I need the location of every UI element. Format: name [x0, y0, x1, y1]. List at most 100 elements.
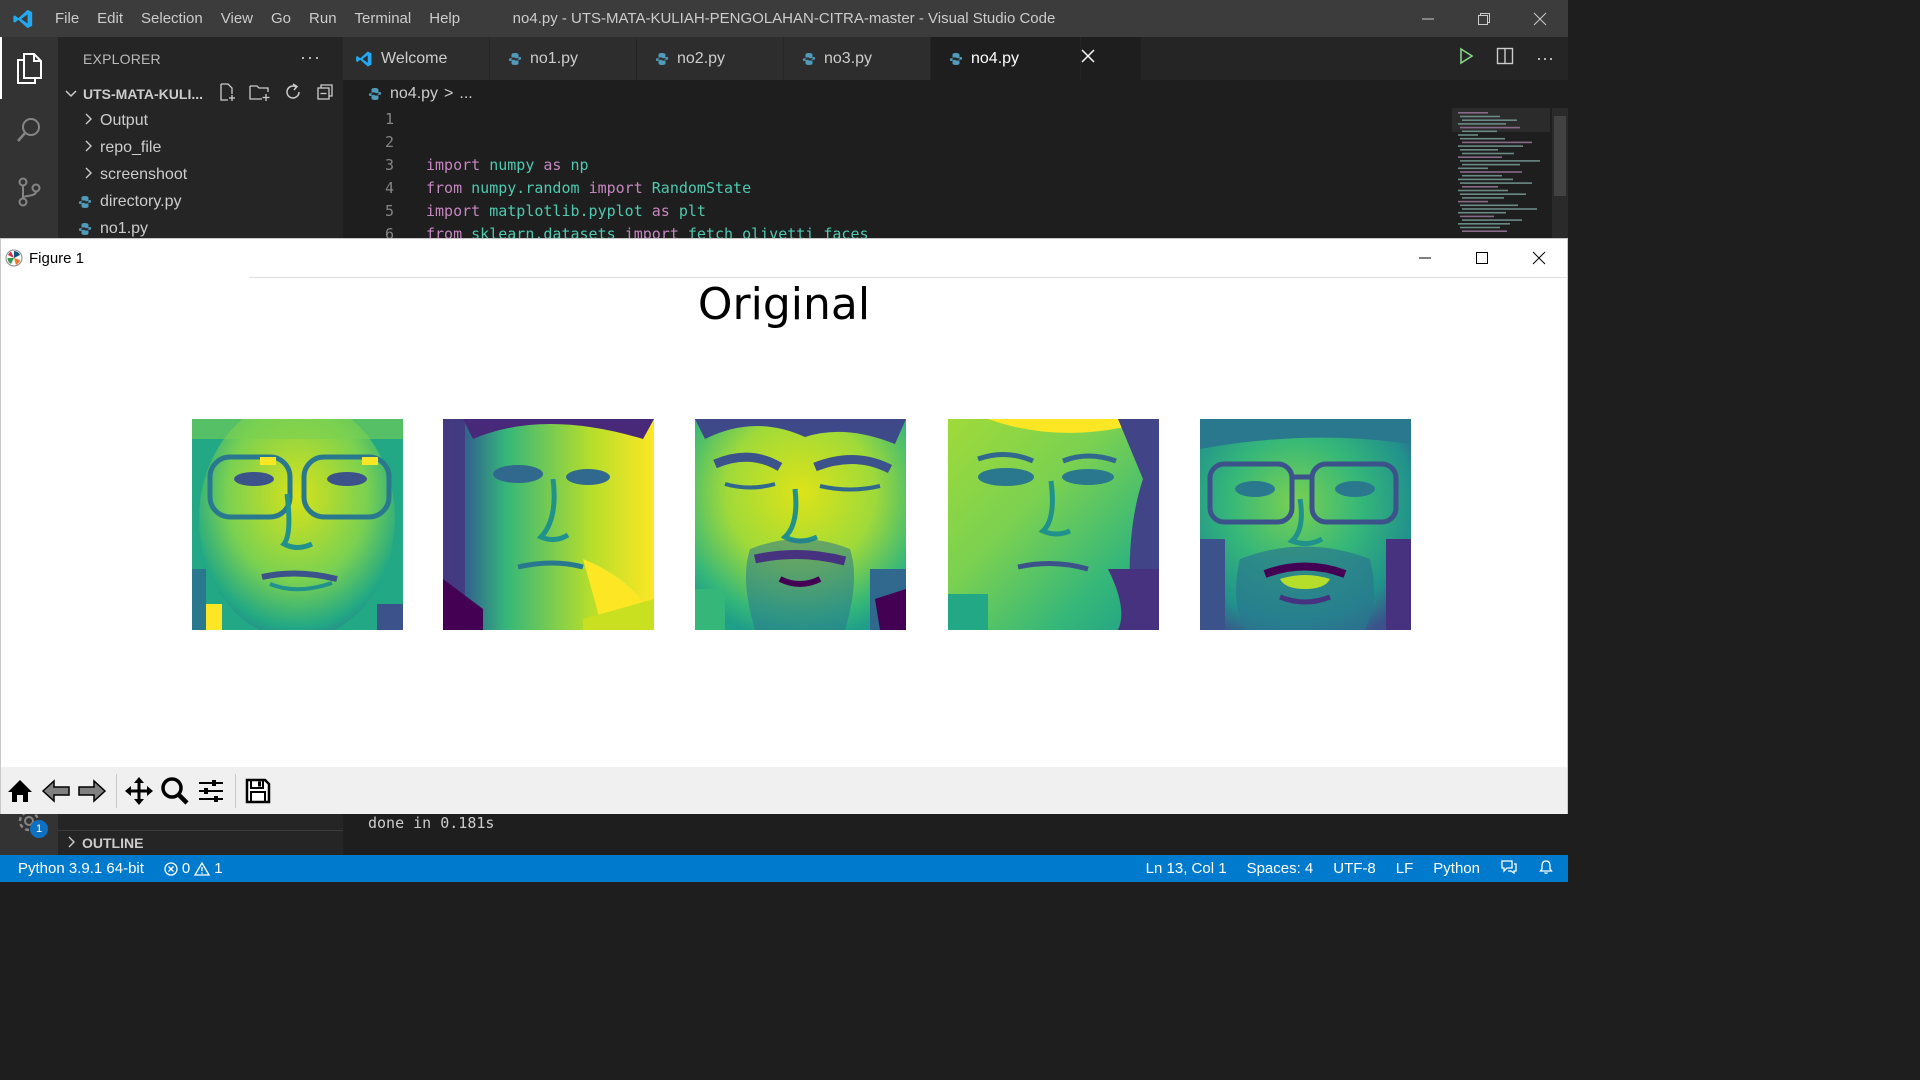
- save-button[interactable]: [241, 773, 275, 809]
- tab-no3[interactable]: no3.py: [784, 37, 931, 80]
- files-icon: [17, 53, 42, 84]
- indentation[interactable]: Spaces: 4: [1247, 860, 1314, 877]
- run-icon[interactable]: [1458, 47, 1474, 70]
- source-control-activity[interactable]: [0, 161, 58, 223]
- search-activity[interactable]: [0, 99, 58, 161]
- split-editor-icon[interactable]: [1496, 47, 1514, 70]
- menu-terminal[interactable]: Terminal: [346, 0, 421, 37]
- menu-view[interactable]: View: [212, 0, 262, 37]
- window-controls: [1400, 0, 1568, 37]
- menu-run[interactable]: Run: [300, 0, 346, 37]
- tab-no2[interactable]: no2.py: [637, 37, 784, 80]
- editor-actions: ···: [1458, 37, 1554, 80]
- line-ending[interactable]: LF: [1396, 860, 1414, 877]
- collapse-all-icon[interactable]: [315, 82, 335, 106]
- language-mode[interactable]: Python: [1433, 860, 1480, 877]
- tab-no1[interactable]: no1.py: [490, 37, 637, 80]
- restore-button[interactable]: [1456, 0, 1512, 37]
- code-line[interactable]: 5 import matplotlib.pyplot as plt: [343, 200, 1568, 223]
- minimap-line: [1458, 223, 1510, 225]
- minimap-line: [1460, 160, 1540, 162]
- code-token: as: [543, 156, 562, 174]
- outline-section[interactable]: OUTLINE: [58, 830, 343, 855]
- minimap-line: [1458, 123, 1506, 125]
- menu-selection[interactable]: Selection: [132, 0, 212, 37]
- minimap-line: [1458, 211, 1506, 214]
- code-lines: 1 2 3 import numpy as np 4 from numpy.random …: [343, 108, 1568, 238]
- code-token: import: [588, 179, 643, 197]
- code-line[interactable]: 6 from sklearn.datasets import fetch_oliv…: [343, 223, 1568, 238]
- tree-item-label: Output: [100, 111, 149, 129]
- breadcrumb-file[interactable]: no4.py: [390, 85, 438, 103]
- menu-file[interactable]: File: [46, 0, 88, 37]
- code-line[interactable]: 1: [343, 108, 1568, 131]
- figure-minimize-button[interactable]: [1396, 239, 1453, 277]
- minimap-line: [1460, 137, 1505, 140]
- tree-folder-screenshoot[interactable]: screenshoot: [58, 161, 343, 188]
- minimap-line: [1460, 193, 1526, 195]
- menu-help[interactable]: Help: [420, 0, 469, 37]
- back-button[interactable]: [39, 773, 73, 809]
- minimap-line: [1460, 149, 1498, 151]
- feedback-icon[interactable]: [1500, 859, 1518, 879]
- terminal-panel[interactable]: done in 0.181s: [343, 814, 1568, 855]
- problems-indicator[interactable]: 0 1: [164, 860, 223, 877]
- explorer-activity[interactable]: [0, 37, 58, 99]
- minimap-line: [1460, 182, 1532, 184]
- code-line[interactable]: 2: [343, 131, 1568, 154]
- minimap-line: [1460, 126, 1520, 129]
- encoding[interactable]: UTF-8: [1333, 860, 1376, 877]
- editor-scrollbar[interactable]: [1552, 108, 1568, 238]
- code-token: from: [426, 225, 463, 238]
- pan-button[interactable]: [122, 773, 156, 809]
- tab-no4[interactable]: no4.py: [931, 37, 1081, 80]
- tree-item-label: repo_file: [100, 138, 162, 156]
- close-window-button[interactable]: [1512, 0, 1568, 37]
- more-actions-icon[interactable]: ···: [300, 47, 321, 68]
- tree-file-directory-py[interactable]: directory.py: [58, 188, 343, 215]
- more-actions-icon[interactable]: ···: [1536, 48, 1554, 69]
- new-folder-icon[interactable]: [249, 82, 271, 106]
- code-token: np: [561, 156, 589, 174]
- refresh-icon[interactable]: [283, 82, 303, 106]
- toolbar-separator: [116, 773, 117, 808]
- minimize-icon: [1422, 18, 1434, 19]
- home-button[interactable]: [3, 773, 37, 809]
- tab-close-area: [1081, 37, 1141, 80]
- breadcrumb-symbol[interactable]: ...: [459, 85, 472, 103]
- figure-maximize-button[interactable]: [1453, 239, 1510, 277]
- zoom-button[interactable]: [158, 773, 192, 809]
- python-icon: [949, 52, 963, 66]
- restore-icon: [1478, 12, 1490, 25]
- figure-canvas[interactable]: Original: [1, 277, 1567, 767]
- tree-folder-repo-file[interactable]: repo_file: [58, 134, 343, 161]
- minimap-line: [1458, 112, 1488, 114]
- code-line[interactable]: 3 import numpy as np: [343, 154, 1568, 177]
- python-interpreter[interactable]: Python 3.9.1 64-bit: [18, 860, 144, 877]
- terminal-output: done in 0.181s: [368, 814, 495, 832]
- figure-suptitle: Original: [697, 279, 871, 330]
- status-left: Python 3.9.1 64-bit 0 1: [0, 860, 223, 877]
- error-count: 0: [181, 860, 191, 877]
- forward-button[interactable]: [75, 773, 109, 809]
- tab-welcome[interactable]: Welcome: [343, 37, 490, 80]
- new-file-icon[interactable]: [217, 82, 237, 106]
- warning-count: 1: [214, 860, 223, 877]
- notifications-bell-icon[interactable]: [1538, 859, 1554, 879]
- minimize-button[interactable]: [1400, 0, 1456, 37]
- tree-folder-output[interactable]: Output: [58, 107, 343, 134]
- figure-close-button[interactable]: [1510, 239, 1567, 277]
- close-tab-icon[interactable]: [1081, 49, 1095, 68]
- code-line[interactable]: 4 from numpy.random import RandomState: [343, 177, 1568, 200]
- menu-go[interactable]: Go: [262, 0, 300, 37]
- explorer-title: EXPLORER: [83, 51, 161, 67]
- line-number: 2: [384, 133, 394, 151]
- cursor-position[interactable]: Ln 13, Col 1: [1146, 860, 1227, 877]
- back-icon: [41, 778, 70, 803]
- minimap[interactable]: [1452, 108, 1550, 238]
- line-number: 5: [384, 202, 394, 220]
- menu-edit[interactable]: Edit: [88, 0, 132, 37]
- code-editor[interactable]: 1 2 3 import numpy as np 4 from numpy.random …: [343, 108, 1568, 238]
- minimap-line: [1462, 119, 1517, 121]
- configure-subplots-button[interactable]: [194, 773, 228, 809]
